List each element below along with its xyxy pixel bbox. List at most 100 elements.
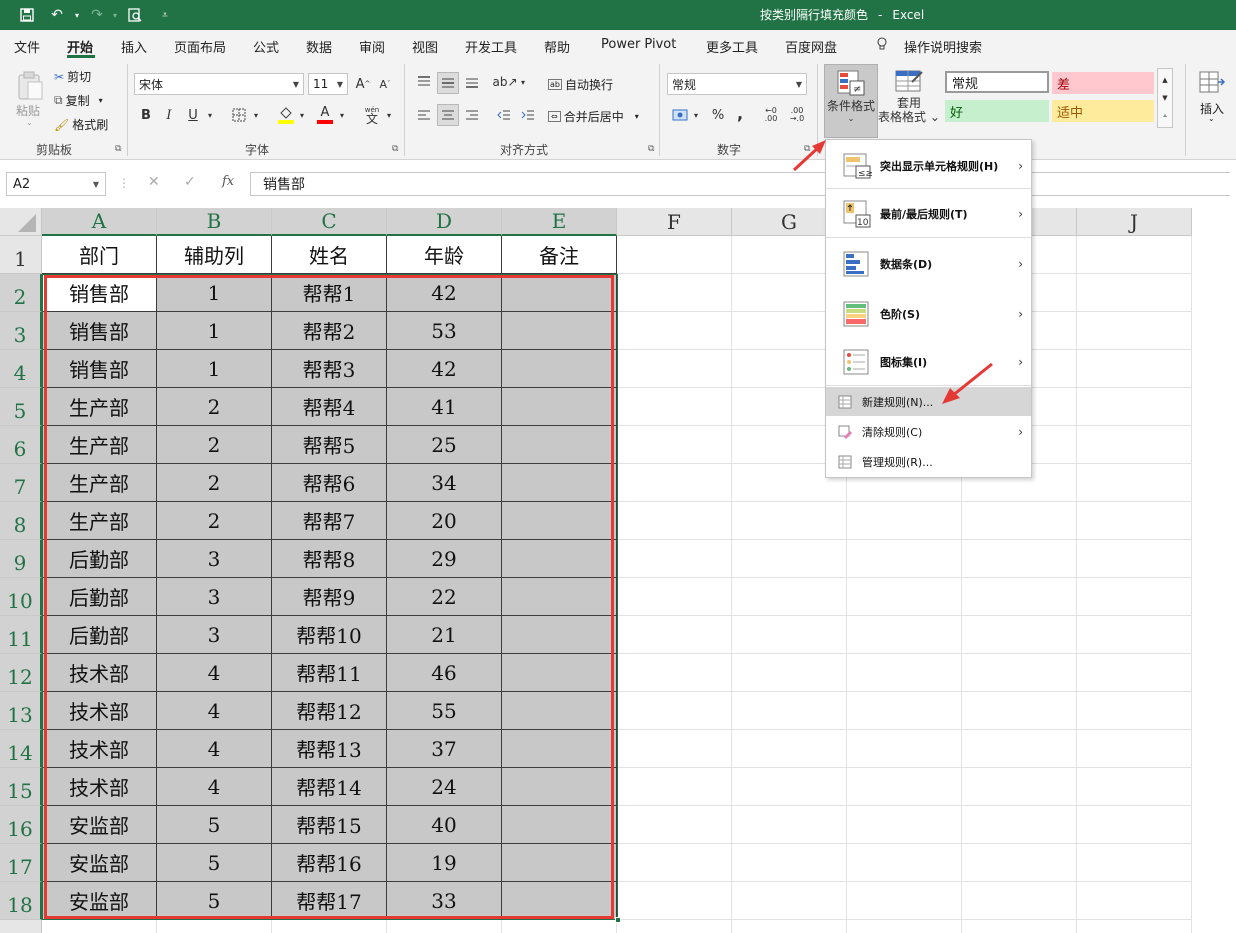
decrease-font-size-icon[interactable]: Aˇ — [376, 75, 394, 93]
table-cell[interactable]: 生产部 — [42, 426, 157, 464]
row-header-2[interactable]: 2 — [0, 274, 42, 312]
table-cell[interactable]: 34 — [387, 464, 502, 502]
table-cell[interactable]: 技术部 — [42, 768, 157, 806]
empty-cell[interactable] — [1077, 426, 1192, 464]
table-cell[interactable]: 销售部 — [42, 312, 157, 350]
empty-cell[interactable] — [847, 502, 962, 540]
table-cell[interactable]: 帮帮10 — [272, 616, 387, 654]
cut-button[interactable]: ✂ 剪切 — [54, 68, 91, 85]
table-cell[interactable] — [502, 426, 617, 464]
empty-cell[interactable] — [847, 654, 962, 692]
row-header-14[interactable]: 14 — [0, 730, 42, 768]
paste-dropdown-icon[interactable]: ⌄ — [26, 118, 33, 127]
table-cell[interactable]: 技术部 — [42, 692, 157, 730]
cancel-formula-icon[interactable]: ✕ — [148, 174, 160, 190]
redo-icon[interactable]: ↷ — [88, 6, 106, 24]
table-cell[interactable] — [502, 312, 617, 350]
undo-icon[interactable]: ↶ — [48, 6, 66, 24]
copy-button[interactable]: ⧉ 复制 ▾ — [54, 92, 103, 109]
empty-cell[interactable] — [1077, 654, 1192, 692]
customize-quick-access-icon[interactable]: ⩡ — [156, 6, 174, 24]
row-header-12[interactable]: 12 — [0, 654, 42, 692]
active-cell[interactable]: 销售部 — [42, 274, 157, 312]
empty-cell[interactable] — [1077, 350, 1192, 388]
style-neutral[interactable]: 适中 — [1052, 100, 1154, 122]
paste-icon[interactable] — [14, 68, 46, 104]
table-cell[interactable]: 3 — [157, 616, 272, 654]
table-cell[interactable]: 4 — [157, 654, 272, 692]
style-good[interactable]: 好 — [945, 100, 1049, 122]
table-cell[interactable]: 2 — [157, 464, 272, 502]
table-cell[interactable]: 2 — [157, 502, 272, 540]
table-cell[interactable] — [502, 388, 617, 426]
row-header-10[interactable]: 10 — [0, 578, 42, 616]
table-cell[interactable]: 生产部 — [42, 388, 157, 426]
table-header-cell[interactable]: 备注 — [502, 236, 617, 274]
table-cell[interactable]: 后勤部 — [42, 540, 157, 578]
row-header-6[interactable]: 6 — [0, 426, 42, 464]
font-color-icon[interactable]: A — [316, 104, 334, 126]
tab-file[interactable]: 文件 — [14, 37, 40, 56]
tab-baidu-netdisk[interactable]: 百度网盘 — [785, 37, 837, 56]
accounting-dropdown-icon[interactable]: ▾ — [691, 108, 701, 122]
table-header-cell[interactable]: 年龄 — [387, 236, 502, 274]
empty-cell[interactable] — [847, 882, 962, 920]
empty-cell[interactable] — [617, 502, 732, 540]
redo-dropdown-icon[interactable]: ▾ — [106, 6, 124, 24]
empty-cell[interactable] — [617, 692, 732, 730]
table-cell[interactable]: 安监部 — [42, 844, 157, 882]
row-header-3[interactable]: 3 — [0, 312, 42, 350]
table-cell[interactable]: 帮帮5 — [272, 426, 387, 464]
enter-formula-icon[interactable]: ✓ — [184, 174, 196, 190]
empty-cell[interactable] — [732, 502, 847, 540]
table-cell[interactable]: 42 — [387, 274, 502, 312]
empty-cell[interactable] — [502, 920, 617, 933]
table-cell[interactable]: 后勤部 — [42, 578, 157, 616]
empty-cell[interactable] — [617, 882, 732, 920]
empty-cell[interactable] — [617, 350, 732, 388]
empty-cell[interactable] — [962, 540, 1077, 578]
save-icon[interactable] — [18, 6, 36, 24]
table-header-cell[interactable]: 姓名 — [272, 236, 387, 274]
table-cell[interactable]: 55 — [387, 692, 502, 730]
table-cell[interactable]: 33 — [387, 882, 502, 920]
row-header-1[interactable]: 1 — [0, 236, 42, 274]
align-bottom-icon[interactable] — [462, 72, 482, 92]
row-header-8[interactable]: 8 — [0, 502, 42, 540]
fill-color-dropdown-icon[interactable]: ▾ — [297, 108, 307, 122]
table-cell[interactable]: 帮帮1 — [272, 274, 387, 312]
menu-color-scales[interactable]: 色阶(S) › — [826, 290, 1031, 338]
empty-cell[interactable] — [617, 616, 732, 654]
tab-data[interactable]: 数据 — [306, 37, 332, 56]
increase-decimal-icon[interactable]: ←0.00 — [760, 104, 782, 126]
empty-cell[interactable] — [617, 844, 732, 882]
number-format-select[interactable]: 常规 ▼ — [667, 73, 807, 95]
table-cell[interactable] — [502, 844, 617, 882]
format-painter-button[interactable]: 🖌 格式刷 — [54, 116, 108, 133]
empty-cell[interactable] — [732, 578, 847, 616]
table-cell[interactable]: 后勤部 — [42, 616, 157, 654]
table-cell[interactable]: 帮帮13 — [272, 730, 387, 768]
row-header-19[interactable]: 19 — [0, 920, 42, 933]
empty-cell[interactable] — [962, 578, 1077, 616]
empty-cell[interactable] — [617, 312, 732, 350]
increase-font-size-icon[interactable]: A ^ — [354, 75, 372, 93]
empty-cell[interactable] — [847, 616, 962, 654]
table-cell[interactable] — [502, 578, 617, 616]
row-header-17[interactable]: 17 — [0, 844, 42, 882]
empty-cell[interactable] — [847, 540, 962, 578]
menu-icon-sets[interactable]: 图标集(I) › — [826, 338, 1031, 386]
table-cell[interactable]: 22 — [387, 578, 502, 616]
table-cell[interactable] — [502, 540, 617, 578]
table-cell[interactable]: 帮帮7 — [272, 502, 387, 540]
clipboard-launcher-icon[interactable]: ⧉ — [115, 144, 121, 154]
wrap-text-button[interactable]: ab 自动换行 — [548, 76, 613, 93]
empty-cell[interactable] — [1077, 502, 1192, 540]
menu-manage-rules[interactable]: 管理规则(R)... — [826, 447, 1031, 477]
conditional-format-button[interactable]: ≠ 条件格式 ⌄ — [824, 64, 878, 138]
empty-cell[interactable] — [1077, 388, 1192, 426]
format-as-table-button[interactable]: 套用 表格格式 ⌄ — [878, 64, 940, 138]
table-cell[interactable] — [502, 274, 617, 312]
column-header-e[interactable]: E — [502, 208, 617, 236]
percent-style-button[interactable]: % — [709, 106, 727, 124]
